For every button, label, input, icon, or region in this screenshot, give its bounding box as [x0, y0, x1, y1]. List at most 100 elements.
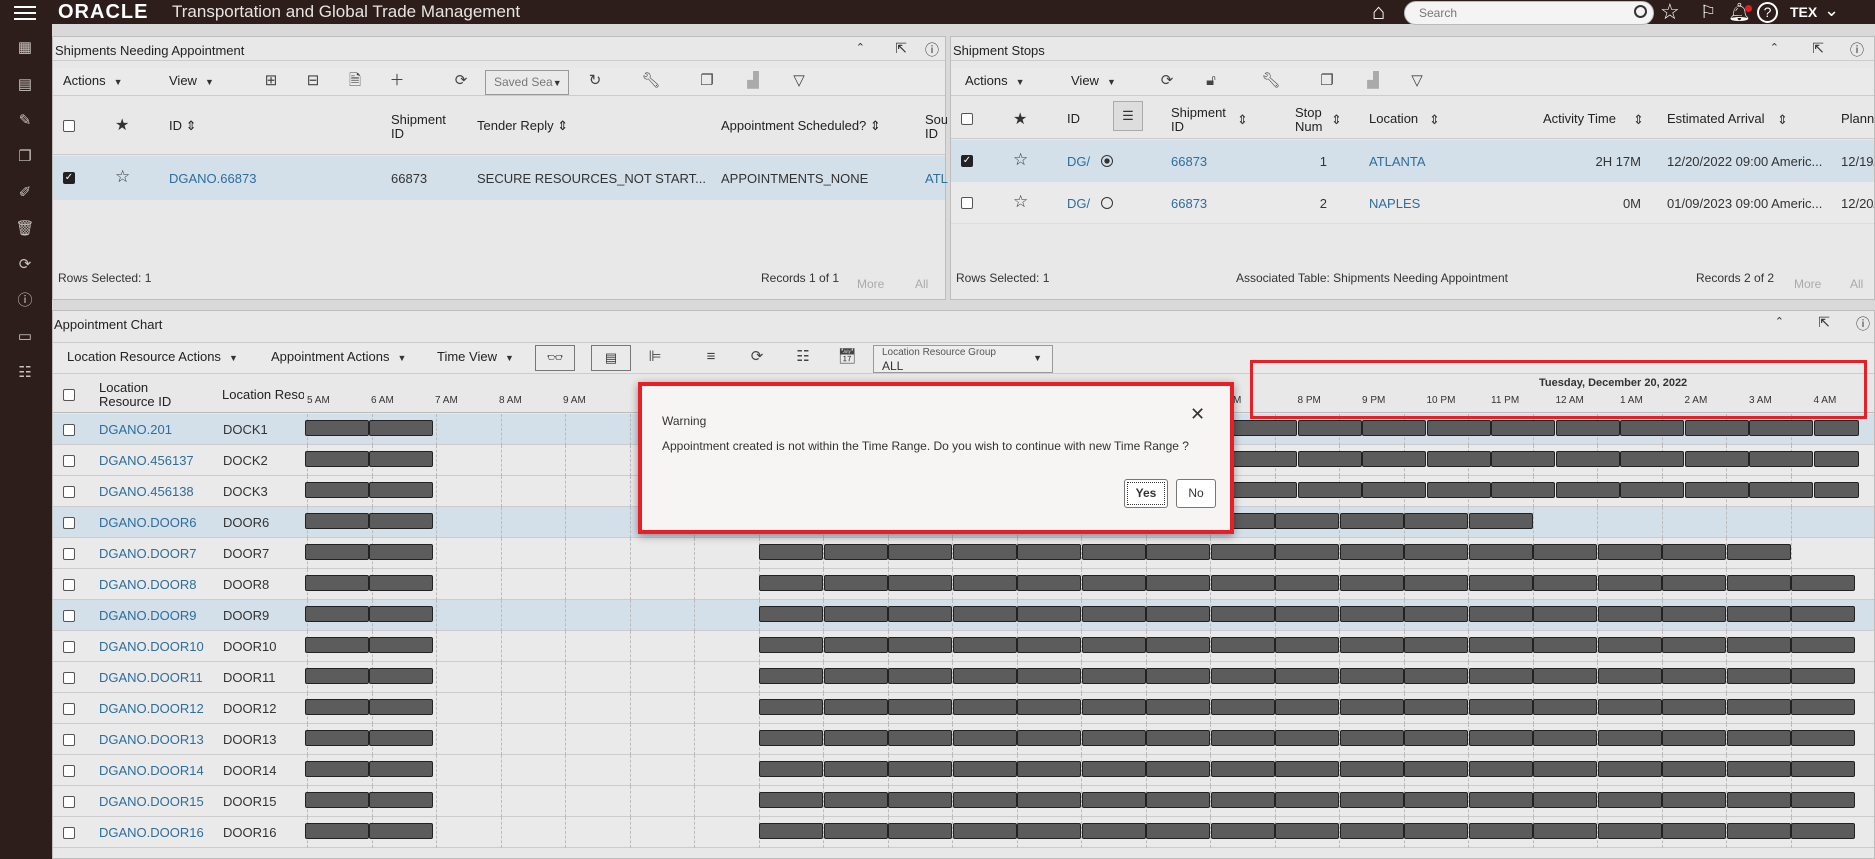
availability-bar[interactable] [1017, 575, 1081, 591]
row-checkbox[interactable] [63, 672, 75, 684]
availability-bar[interactable] [1017, 823, 1081, 839]
availability-bar[interactable] [1275, 606, 1339, 622]
row-checkbox[interactable] [63, 424, 75, 436]
trash-icon[interactable]: 🗑︎ [14, 220, 36, 238]
availability-bar[interactable] [1297, 482, 1362, 498]
availability-bar[interactable] [1404, 761, 1468, 777]
availability-bar[interactable] [1017, 792, 1081, 808]
availability-bar[interactable] [305, 761, 369, 777]
availability-bar[interactable] [1210, 761, 1275, 777]
availability-bar[interactable] [305, 606, 369, 622]
availability-bar[interactable] [1275, 544, 1339, 560]
location-resource-group-select[interactable]: Location Resource Group ALL ▼ [873, 345, 1053, 373]
location-resource-id-link[interactable]: DGANO.DOOR14 [99, 763, 204, 778]
availability-bar[interactable] [1468, 761, 1533, 777]
availability-bar[interactable] [823, 699, 888, 715]
availability-bar[interactable] [1404, 544, 1468, 560]
sort-icon[interactable]: ⇕ [1633, 112, 1644, 128]
availability-bar[interactable] [1339, 730, 1404, 746]
availability-bar[interactable] [759, 575, 823, 591]
gantt-icon[interactable]: ⊫ [645, 344, 665, 370]
availability-bar[interactable] [1146, 668, 1210, 684]
availability-bar[interactable] [888, 699, 952, 715]
availability-bar[interactable] [369, 637, 433, 653]
availability-bar[interactable] [1726, 823, 1791, 839]
availability-bar[interactable] [1597, 761, 1662, 777]
availability-bar[interactable] [1468, 668, 1533, 684]
insert-row-icon[interactable]: ⊞ [261, 68, 281, 94]
availability-bar[interactable] [1597, 637, 1662, 653]
col-shipment-id[interactable]: Shipment ID [1171, 106, 1231, 134]
all-link[interactable]: All [915, 277, 928, 291]
availability-bar[interactable] [1662, 544, 1726, 560]
availability-bar[interactable] [1339, 513, 1404, 529]
more-link[interactable]: More [857, 277, 884, 291]
edit-document-icon[interactable]: ✎ [14, 112, 36, 130]
availability-bar[interactable] [1726, 544, 1791, 560]
availability-bar[interactable] [1597, 823, 1662, 839]
availability-bar[interactable] [823, 761, 888, 777]
favorite-star-icon[interactable]: ☆ [115, 167, 130, 187]
location-link[interactable]: ATLANTA [1369, 154, 1426, 169]
availability-bar[interactable] [1017, 606, 1081, 622]
availability-bar[interactable] [1017, 699, 1081, 715]
location-resource-id-link[interactable]: DGANO.DOOR8 [99, 577, 197, 592]
availability-bar[interactable] [305, 730, 369, 746]
hierarchy-toggle-icon[interactable]: ☰ [1113, 101, 1143, 131]
row-checkbox[interactable] [63, 796, 75, 808]
availability-bar[interactable] [823, 792, 888, 808]
availability-bar[interactable] [1662, 823, 1726, 839]
availability-bar[interactable] [1749, 451, 1813, 467]
popout-icon[interactable]: ⇱ [1812, 40, 1824, 57]
stop-id-link[interactable]: DG/ [1067, 196, 1090, 211]
availability-bar[interactable] [1533, 730, 1597, 746]
col-source-id[interactable]: Sou ID [925, 113, 947, 141]
shipment-id-link[interactable]: 66873 [1171, 196, 1207, 211]
availability-bar[interactable] [1210, 792, 1275, 808]
availability-bar[interactable] [369, 823, 433, 839]
availability-bar[interactable] [1210, 575, 1275, 591]
availability-bar[interactable] [1339, 637, 1404, 653]
availability-bar[interactable] [1662, 606, 1726, 622]
col-estimated-arrival[interactable]: Estimated Arrival [1667, 112, 1765, 126]
refresh-icon[interactable]: ⟳ [747, 344, 767, 370]
shipment-id-link[interactable]: 66873 [1171, 154, 1207, 169]
availability-bar[interactable] [1404, 668, 1468, 684]
availability-bar[interactable] [1791, 761, 1855, 777]
availability-bar[interactable] [369, 575, 433, 591]
availability-bar[interactable] [1662, 637, 1726, 653]
stop-id-link[interactable]: DG/ [1067, 154, 1090, 169]
availability-bar[interactable] [1533, 606, 1597, 622]
availability-bar[interactable] [1404, 637, 1468, 653]
info-icon[interactable]: ⓘ [1856, 314, 1870, 334]
availability-bar[interactable] [369, 482, 433, 498]
col-appointment-scheduled[interactable]: Appointment Scheduled? ⇕ [721, 119, 881, 133]
source-cell[interactable]: ATL [925, 171, 948, 186]
availability-bar[interactable] [1726, 575, 1791, 591]
chart-row[interactable]: DGANO.DOOR11 DOOR11 [53, 662, 1874, 693]
export-icon[interactable]: ❐ [1317, 68, 1337, 94]
row-checkbox[interactable] [63, 548, 75, 560]
availability-bar[interactable] [1726, 699, 1791, 715]
sort-icon[interactable]: ⇕ [1777, 112, 1788, 128]
availability-bar[interactable] [888, 730, 952, 746]
availability-bar[interactable] [1081, 575, 1146, 591]
chart-row[interactable]: DGANO.DOOR16 DOOR16 [53, 817, 1874, 848]
chart-row[interactable]: DGANO.DOOR12 DOOR12 [53, 693, 1874, 724]
availability-bar[interactable] [1468, 823, 1533, 839]
row-checkbox[interactable] [63, 579, 75, 591]
add-icon[interactable]: ＋ [387, 68, 407, 94]
availability-bar[interactable] [1813, 451, 1859, 467]
unlock-icon[interactable]: 🔓︎ [1201, 68, 1221, 94]
availability-bar[interactable] [1533, 668, 1597, 684]
availability-bar[interactable] [1081, 637, 1146, 653]
radio-selected[interactable] [1101, 155, 1113, 167]
availability-bar[interactable] [305, 451, 369, 467]
availability-bar[interactable] [1749, 420, 1813, 436]
col-location-resource-name[interactable]: Location Reso [222, 388, 304, 402]
availability-bar[interactable] [1620, 451, 1684, 467]
availability-bar[interactable] [369, 544, 433, 560]
location-resource-id-link[interactable]: DGANO.DOOR16 [99, 825, 204, 840]
availability-bar[interactable] [1404, 606, 1468, 622]
availability-bar[interactable] [1662, 761, 1726, 777]
